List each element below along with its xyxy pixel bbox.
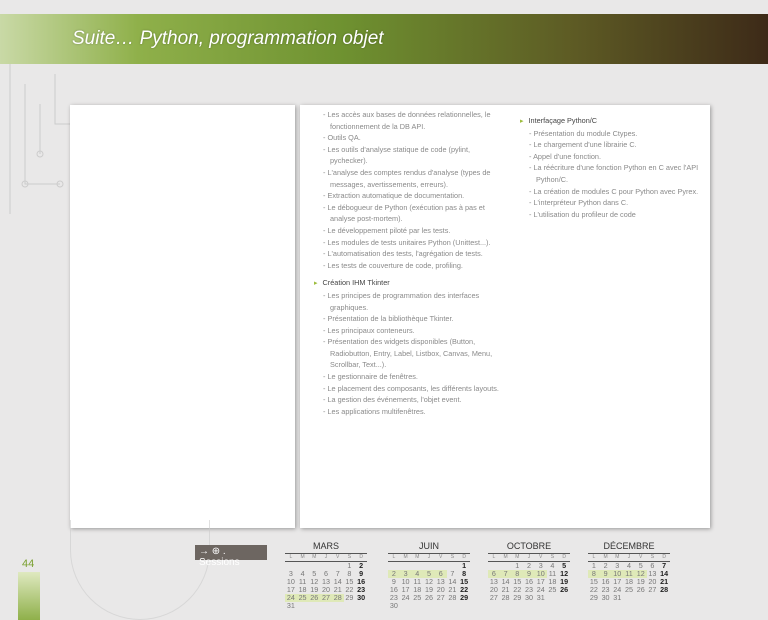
weekday-label: M	[499, 554, 512, 562]
list-item: La réécriture d'une fonction Python en C…	[520, 162, 705, 185]
calendar-day: 27	[436, 593, 445, 602]
calendar-month: OCTOBRE	[506, 541, 552, 551]
calendar-day: 26	[308, 593, 321, 602]
calendar-3: DÉCEMBRE L M M J V S D 1 2 3 4 5 6 7 8 9 10 11 12 13 14 15 16 17…	[588, 541, 670, 602]
content-column-1: Les accès aux bases de données relationn…	[314, 109, 509, 417]
calendar-day: 27	[320, 593, 332, 602]
calendar-day: 30	[357, 593, 366, 602]
left-panel	[70, 105, 295, 528]
weekday-label: L	[488, 554, 500, 562]
calendar-day: 29	[345, 593, 354, 602]
weekday-label: L	[285, 554, 297, 562]
decorative-arc	[70, 520, 210, 620]
section-heading: Création IHM Tkinter	[314, 277, 509, 290]
list-item: La création de modules C pour Python ave…	[520, 186, 705, 198]
calendar-0: MARS L M M J V S D 1 2 3 4 5 6 7 8 9 10 11 12 13 14 15 16 17 18 19…	[285, 541, 367, 610]
list-item: Le débogueur de Python (exécution pas à …	[314, 202, 509, 225]
calendar-day: 29	[513, 593, 522, 602]
weekday-label: L	[388, 554, 400, 562]
weekday-label: M	[399, 554, 412, 562]
calendar-day: 31	[536, 593, 545, 602]
page-title: Suite… Python, programmation objet	[72, 28, 384, 49]
weekday-label: V	[331, 554, 344, 562]
list-item: Appel d'une fonction.	[520, 151, 705, 163]
weekday-label: J	[320, 554, 332, 562]
list-item: La gestion des événements, l'objet event…	[314, 394, 509, 406]
list-item: L'utilisation du profileur de code	[520, 209, 705, 221]
calendar-day: 26	[424, 593, 433, 602]
weekday-label: V	[434, 554, 447, 562]
list-item: Le placement des composants, les différe…	[314, 383, 509, 395]
calendar-month: MARS	[312, 541, 339, 551]
calendar-1: JUIN L M M J V S D 1 2 3 4 5 6 7 8 9 10 11 12 13 14 15 16 17 18 19…	[388, 541, 470, 610]
list-item: Le chargement d'une librairie C.	[520, 139, 705, 151]
list-item: Le gestionnaire de fenêtres.	[314, 371, 509, 383]
calendar-day: 28	[660, 585, 669, 594]
section-heading: Interfaçage Python/C	[520, 115, 705, 128]
calendar-month: JUIN	[419, 541, 439, 551]
sessions-button[interactable]: → ⊕ . Sessions	[195, 545, 267, 568]
green-bar	[18, 572, 40, 620]
calendar-day: 26	[636, 585, 645, 594]
list-item: Les modules de tests unitaires Python (U…	[314, 237, 509, 249]
calendar-day: 31	[613, 593, 622, 602]
list-item: L'interpréteur Python dans C.	[520, 197, 705, 209]
content-column-2: Interfaçage Python/CPrésentation du modu…	[520, 109, 705, 220]
list-item: Les principaux conteneurs.	[314, 325, 509, 337]
calendar-day: 29	[589, 593, 598, 602]
list-item: Extraction automatique de documentation.	[314, 190, 509, 202]
list-item: Présentation des widgets disponibles (Bu…	[314, 336, 509, 371]
list-item: Les outils d'analyse statique de code (p…	[314, 144, 509, 167]
calendar-day: 25	[413, 593, 422, 602]
calendar-day: 30	[524, 593, 533, 602]
weekday-label: M	[411, 554, 424, 562]
calendar-day: 28	[331, 593, 344, 602]
calendar-month: DÉCEMBRE	[603, 541, 655, 551]
list-item: Les principes de programmation des inter…	[314, 290, 509, 313]
calendar-day: 25	[548, 585, 557, 594]
calendar-day: 25	[624, 585, 633, 594]
calendar-day: 27	[489, 593, 498, 602]
calendar-day: 30	[389, 601, 398, 610]
list-item: Outils QA.	[314, 132, 509, 144]
list-item: Présentation du module Ctypes.	[520, 128, 705, 140]
weekday-label: J	[423, 554, 435, 562]
list-item: Les tests de couverture de code, profili…	[314, 260, 509, 272]
weekday-label: M	[308, 554, 321, 562]
calendar-day: 28	[448, 593, 457, 602]
calendar-day: 29	[460, 593, 469, 602]
calendar-day: 26	[560, 585, 569, 594]
calendar-day: 28	[501, 593, 510, 602]
weekday-label: M	[296, 554, 309, 562]
calendar-day: 27	[648, 585, 657, 594]
calendar-day: 25	[296, 593, 309, 602]
list-item: Présentation de la bibliothèque Tkinter.	[314, 313, 509, 325]
list-item: Le développement piloté par les tests.	[314, 225, 509, 237]
list-item: Les accès aux bases de données relationn…	[314, 109, 509, 132]
page-number: 44	[22, 558, 35, 570]
calendar-2: OCTOBRE L M M J V S D 1 2 3 4 5 6 7 8 9 10 11 12 13 14 15 16 17 1…	[488, 541, 570, 602]
list-item: Les applications multifenêtres.	[314, 406, 509, 418]
calendar-day: 30	[601, 593, 610, 602]
list-item: L'automatisation des tests, l'agrégation…	[314, 248, 509, 260]
content-panel: Les accès aux bases de données relationn…	[300, 105, 710, 528]
calendar-day: 31	[286, 601, 295, 610]
calendar-day: 24	[401, 593, 410, 602]
weekday-label: S	[446, 554, 459, 562]
list-item: L'analyse des comptes rendus d'analyse (…	[314, 167, 509, 190]
